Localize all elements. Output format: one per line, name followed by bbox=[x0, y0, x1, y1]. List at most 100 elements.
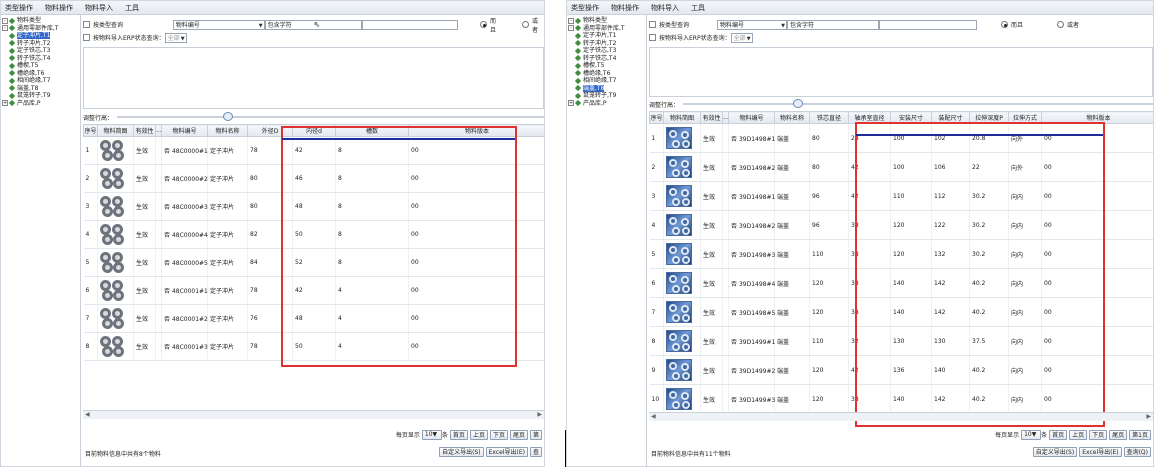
menu-tools[interactable]: 工具 bbox=[125, 3, 139, 13]
table-row[interactable]: 4 生效否 48C0000#4 定子冲片 82 50 8 00 bbox=[83, 220, 544, 249]
tree-node[interactable]: 槽楔,T5 bbox=[1, 62, 80, 70]
horizontal-scrollbar[interactable]: ◀ ▶ bbox=[649, 412, 1153, 421]
column-header[interactable]: 内径d bbox=[292, 124, 336, 137]
table-row[interactable]: 8 生效否 39D1499#1 端盖 110 32 130 130 37.5 向内 00 bbox=[649, 326, 1153, 356]
erp-checkbox[interactable] bbox=[83, 34, 90, 41]
menu-material-ops[interactable]: 物料操作 bbox=[611, 3, 639, 13]
expand-icon[interactable]: + bbox=[568, 100, 574, 106]
expand-icon[interactable]: + bbox=[2, 100, 8, 106]
next-page-button[interactable]: 下页 bbox=[489, 429, 508, 440]
column-header[interactable]: 拉伸深度P bbox=[969, 111, 1009, 124]
scroll-right-icon[interactable]: ▶ bbox=[1146, 413, 1151, 420]
tree-node[interactable]: 定子铁芯,T3 bbox=[567, 47, 646, 55]
table-row[interactable]: 7 生效否 39D1498#5 端盖 120 38 140 142 40.2 向内 00 bbox=[649, 297, 1153, 327]
menu-material-import[interactable]: 物料导入 bbox=[85, 3, 113, 13]
column-header[interactable]: 拉伸方式 bbox=[1008, 111, 1042, 124]
table-row[interactable]: 2 生效否 39D1498#2 端盖 80 42 100 106 22 向外 00 bbox=[649, 152, 1153, 182]
table-row[interactable]: 6 生效否 48C0001#1 定子冲片 78 42 4 00 bbox=[83, 276, 544, 305]
column-header[interactable]: 槽数 bbox=[335, 124, 409, 137]
column-header[interactable]: 装配尺寸 bbox=[931, 111, 970, 124]
last-page-button[interactable]: 尾页 bbox=[509, 429, 528, 440]
next-page-button[interactable]: 下页 bbox=[1089, 429, 1108, 440]
column-header[interactable]: 外径D bbox=[247, 124, 293, 137]
column-header[interactable]: 序号 bbox=[649, 111, 664, 124]
field-select[interactable]: 物料编号 ▼ bbox=[717, 19, 787, 30]
page-number-select[interactable]: 第 bbox=[529, 429, 542, 440]
page-size-select[interactable]: 10 ▼ bbox=[421, 429, 442, 440]
collapse-icon[interactable]: - bbox=[568, 25, 574, 31]
tree-node[interactable]: - 通用零部件库,T bbox=[1, 25, 80, 33]
tree-node[interactable]: 槽绝缘,T6 bbox=[1, 70, 80, 78]
tree-node[interactable]: 转子铁芯,T4 bbox=[1, 55, 80, 63]
menu-tools[interactable]: 工具 bbox=[691, 3, 705, 13]
custom-export-button[interactable]: 自定义导出(S) bbox=[1032, 446, 1078, 457]
table-row[interactable]: 10 生效否 39D1499#3 端盖 120 38 140 142 40.2 向内 00 bbox=[649, 384, 1153, 414]
column-header[interactable]: 物料名称 bbox=[774, 111, 810, 124]
column-header[interactable]: 有效性 bbox=[700, 111, 723, 124]
row-height-slider[interactable] bbox=[683, 99, 1153, 108]
collapse-icon[interactable]: - bbox=[2, 17, 8, 24]
column-header[interactable]: 物料简图 bbox=[97, 124, 134, 137]
scroll-left-icon[interactable]: ◀ bbox=[651, 413, 656, 420]
scroll-right-icon[interactable]: ▶ bbox=[537, 411, 542, 418]
erp-select[interactable]: 全部 ▼ bbox=[164, 32, 187, 43]
erp-select[interactable]: 全部 ▼ bbox=[730, 32, 753, 43]
page-number-select[interactable]: 第1页 bbox=[1129, 429, 1151, 440]
tree-node[interactable]: 转子铁芯,T4 bbox=[567, 55, 646, 63]
field-select[interactable]: 物料编号 ▼ bbox=[172, 19, 265, 30]
slider-knob[interactable] bbox=[793, 99, 804, 108]
tree-node[interactable]: 鼠笼转子,T9 bbox=[567, 92, 646, 100]
table-row[interactable]: 3 生效否 39D1498#1 端盖 96 42 110 112 30.2 向内 00 bbox=[649, 181, 1153, 211]
table-row[interactable]: 7 生效否 48C0001#2 定子冲片 76 48 4 00 bbox=[83, 304, 544, 333]
column-header[interactable]: 物料版本 bbox=[408, 124, 544, 137]
column-header[interactable]: 物料简图 bbox=[663, 111, 701, 124]
table-row[interactable]: 2 生效否 48C0000#2 定子冲片 80 46 8 00 bbox=[83, 164, 544, 193]
tree-node[interactable]: 端盖,T8 bbox=[1, 85, 80, 93]
query-button[interactable]: 查询(Q) bbox=[1123, 446, 1151, 457]
slider-knob[interactable] bbox=[223, 112, 234, 121]
column-header[interactable]: 铁芯直径 bbox=[809, 111, 849, 124]
menu-material-ops[interactable]: 物料操作 bbox=[45, 3, 73, 13]
first-page-button[interactable]: 首页 bbox=[1049, 429, 1068, 440]
operator-select[interactable]: 包含字符 ⇖ bbox=[264, 19, 363, 30]
tree-node[interactable]: 转子冲片,T2 bbox=[1, 40, 80, 48]
column-header[interactable]: 轴承室直径 bbox=[848, 111, 891, 124]
operator-select[interactable]: 包含字符 bbox=[787, 19, 879, 30]
column-header[interactable]: 物料编号 bbox=[728, 111, 775, 124]
table-row[interactable]: 4 生效否 39D1498#2 端盖 96 38 120 122 30.2 向内 00 bbox=[649, 210, 1153, 240]
first-page-button[interactable]: 首页 bbox=[449, 429, 468, 440]
tree-node[interactable]: 转子冲片,T2 bbox=[567, 40, 646, 48]
tree-node[interactable]: - 物料类型 bbox=[1, 17, 80, 25]
value-input[interactable] bbox=[362, 19, 459, 30]
excel-export-button[interactable]: Excel导出(E) bbox=[1079, 446, 1122, 457]
column-header[interactable]: 物料编号 bbox=[161, 124, 208, 137]
excel-export-button[interactable]: Excel导出(E) bbox=[485, 446, 528, 457]
tree-node[interactable]: 槽绝缘,T6 bbox=[567, 70, 646, 78]
prev-page-button[interactable]: 上页 bbox=[1069, 429, 1088, 440]
or-radio[interactable] bbox=[522, 21, 530, 28]
tree-node[interactable]: 槽楔,T5 bbox=[567, 62, 646, 70]
page-size-select[interactable]: 10 ▼ bbox=[1021, 429, 1042, 440]
custom-export-button[interactable]: 自定义导出(S) bbox=[439, 446, 484, 457]
and-radio[interactable] bbox=[480, 21, 488, 28]
or-radio[interactable] bbox=[1057, 21, 1065, 28]
column-header[interactable]: 物料名称 bbox=[207, 124, 248, 137]
last-page-button[interactable]: 尾页 bbox=[1109, 429, 1128, 440]
tree-node[interactable]: 相间绝缘,T7 bbox=[567, 77, 646, 85]
column-header[interactable]: 序号 bbox=[83, 124, 98, 137]
menu-type-ops[interactable]: 类型操作 bbox=[571, 3, 599, 13]
table-row[interactable]: 3 生效否 48C0000#3 定子冲片 80 48 8 00 bbox=[83, 192, 544, 221]
tree-node[interactable]: 相间绝缘,T7 bbox=[1, 77, 80, 85]
erp-checkbox[interactable] bbox=[649, 34, 656, 41]
tree-node[interactable]: 鼠笼转子,T9 bbox=[1, 92, 80, 100]
menu-type-ops[interactable]: 类型操作 bbox=[5, 3, 33, 13]
tree-node[interactable]: - 通用零部件库,T bbox=[567, 25, 646, 33]
by-type-checkbox[interactable] bbox=[649, 21, 656, 28]
table-row[interactable]: 8 生效否 48C0001#3 定子冲片 78 50 4 00 bbox=[83, 332, 544, 361]
tree-node[interactable]: 定子铁芯,T3 bbox=[1, 47, 80, 55]
column-header[interactable]: 安装尺寸 bbox=[890, 111, 932, 124]
value-input[interactable] bbox=[879, 19, 977, 30]
and-radio[interactable] bbox=[1001, 21, 1008, 28]
tree-node[interactable]: 定子冲片,T1 bbox=[567, 32, 646, 40]
scroll-left-icon[interactable]: ◀ bbox=[85, 411, 90, 418]
